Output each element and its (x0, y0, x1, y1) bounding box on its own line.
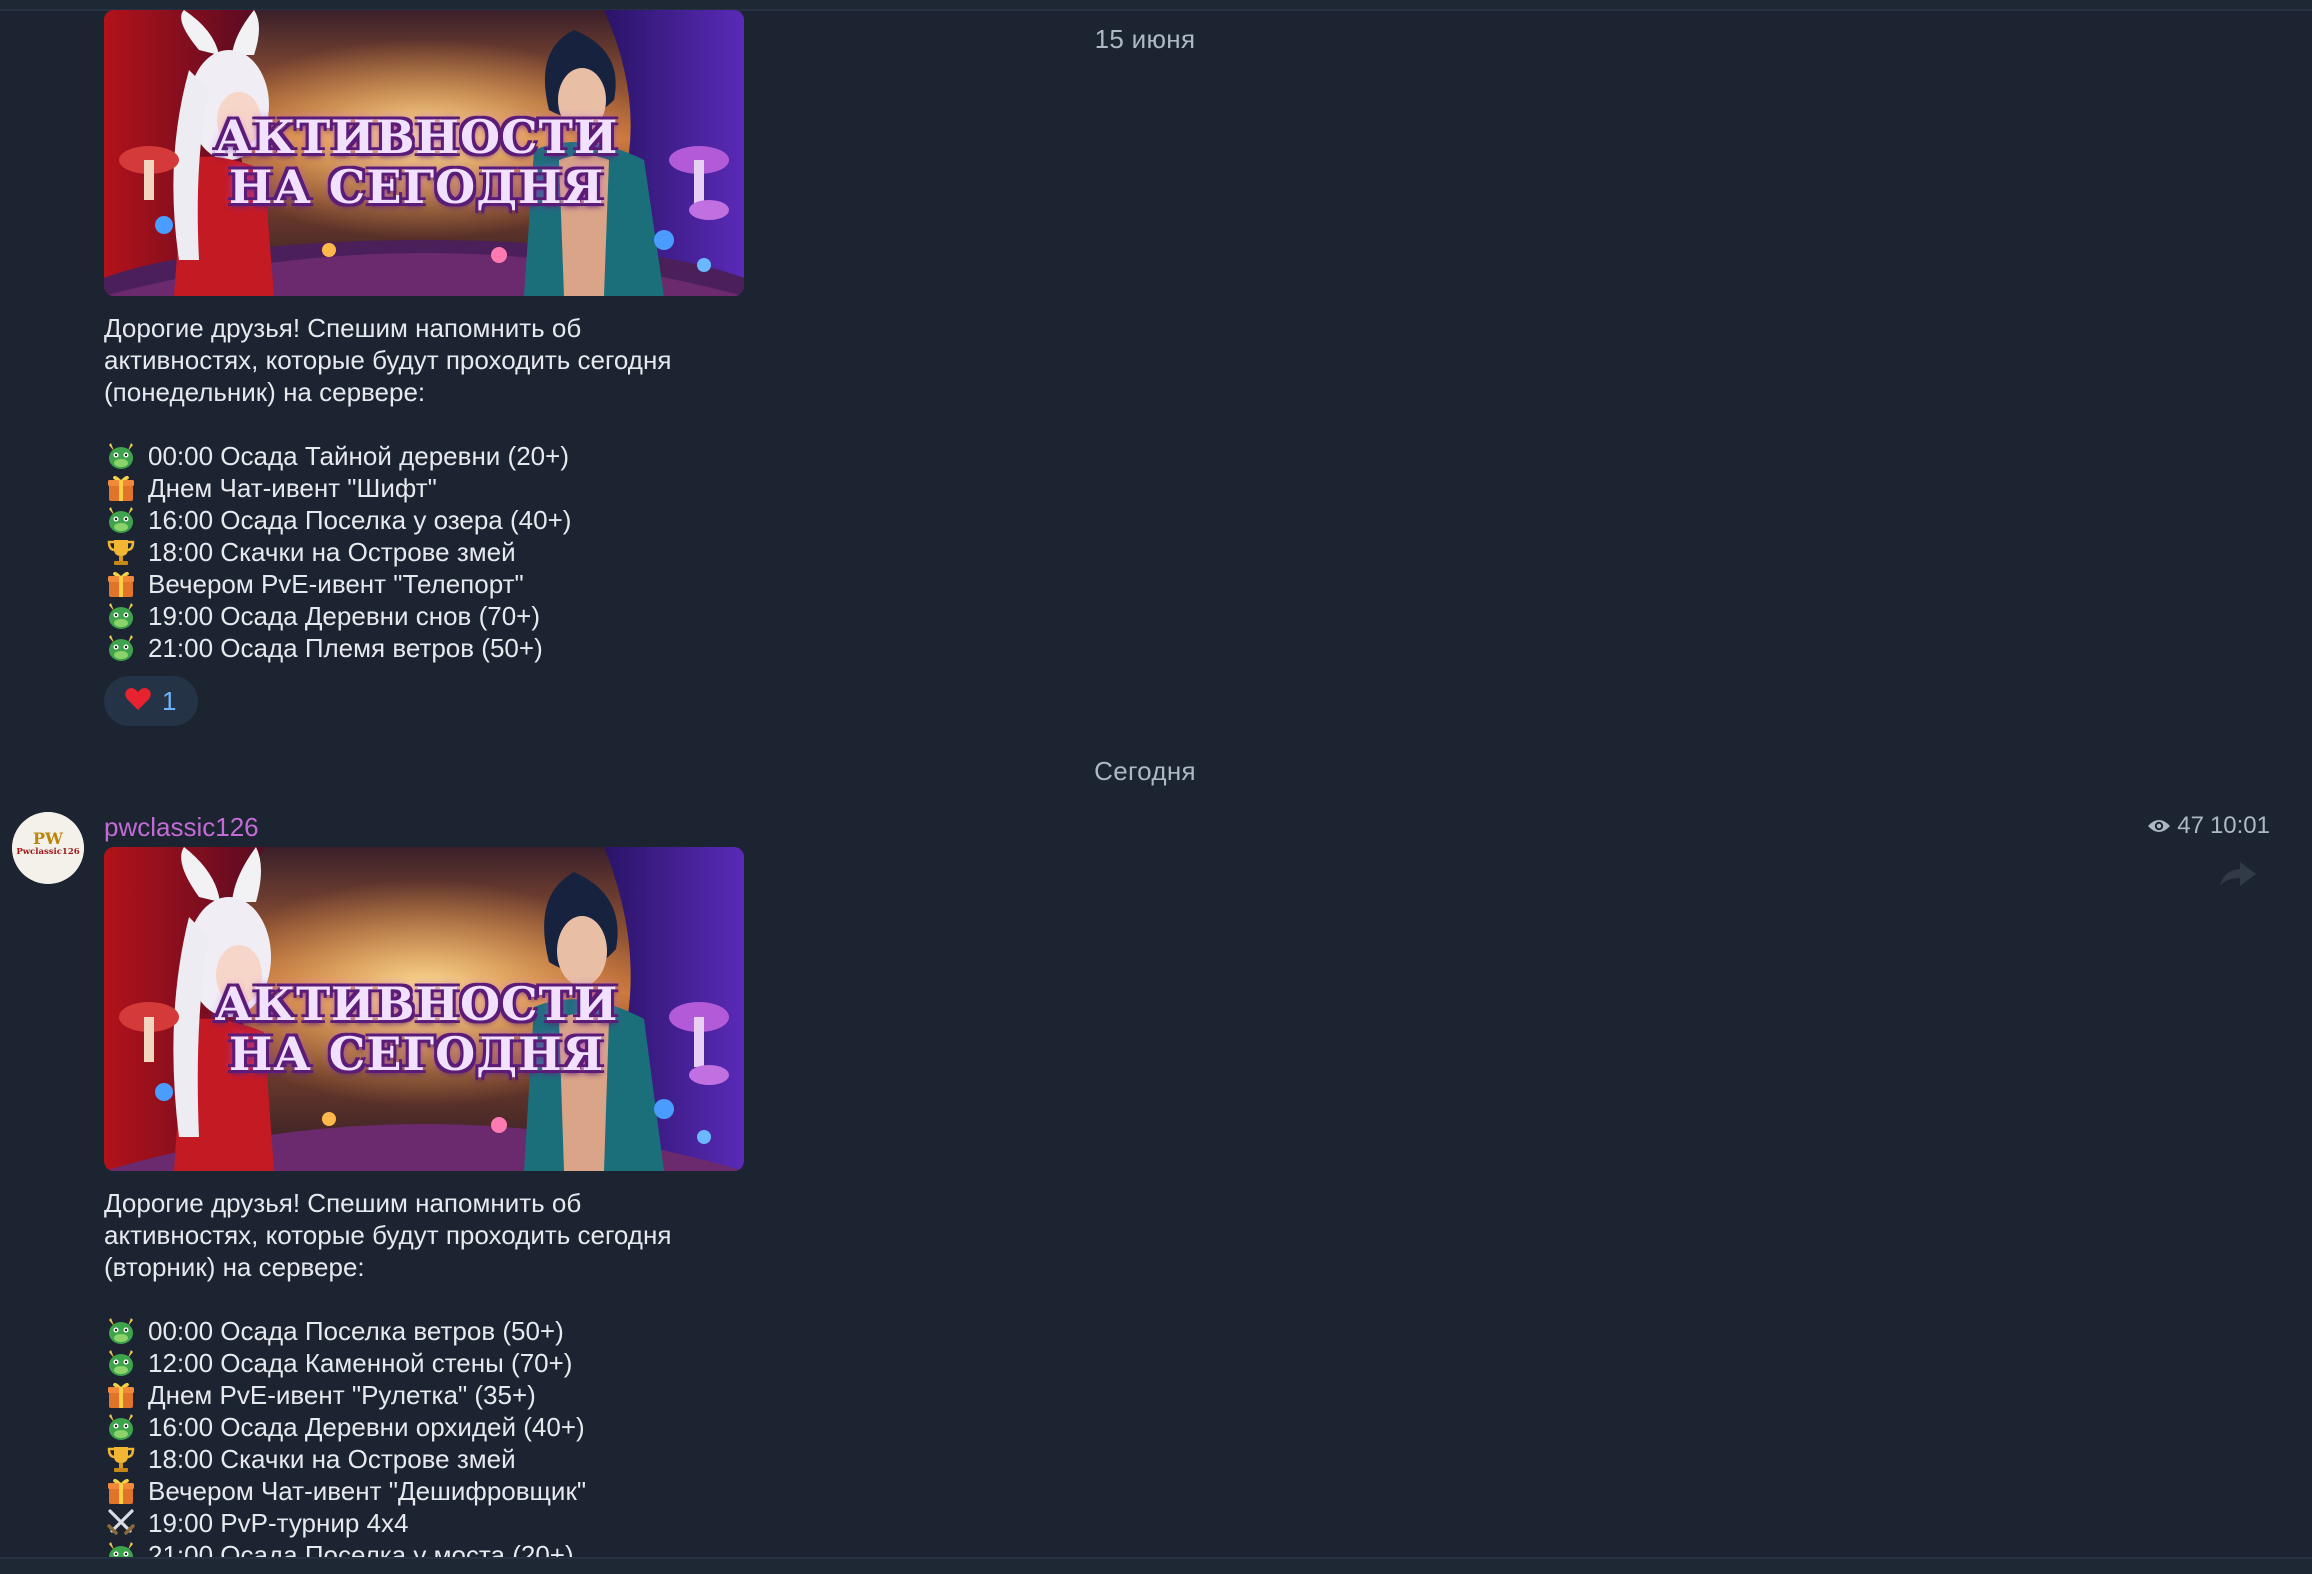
schedule-item: Днем PvE-ивент "Рулетка" (35+) (104, 1379, 744, 1411)
schedule-item: 18:00 Скачки на Острове змей (104, 536, 744, 568)
schedule-item-text: 19:00 PvP-турнир 4x4 (148, 1508, 409, 1538)
post-text: Дорогие друзья! Спешим напомнить об акти… (104, 1187, 744, 1557)
gift-icon (104, 568, 138, 600)
schedule-item-text: 12:00 Осада Каменной стены (70+) (148, 1348, 573, 1378)
trophy-icon (104, 536, 138, 568)
post-intro-line: Дорогие друзья! Спешим напомнить об (104, 1188, 582, 1218)
post-text: Дорогие друзья! Спешим напомнить об акти… (104, 312, 744, 664)
avatar[interactable]: PW Pwclassic126 (12, 812, 84, 884)
bottom-bar-edge (0, 1557, 2312, 1574)
views-count: 47 (2177, 812, 2204, 839)
schedule-item: 18:00 Скачки на Острове змей (104, 1443, 744, 1475)
post-banner-image[interactable]: АКТИВНОСТИ НА СЕГОДНЯ (104, 847, 744, 1171)
schedule-item: 16:00 Осада Поселка у озера (40+) (104, 504, 744, 536)
post-time: 10:01 (2209, 812, 2270, 839)
post-intro-line: (вторник) на сервере: (104, 1252, 365, 1282)
share-icon[interactable] (2218, 860, 2258, 888)
post-intro-line: (понедельник) на сервере: (104, 377, 426, 407)
avatar-logo-subtext: Pwclassic126 (16, 847, 79, 857)
avatar-logo-text: PW (33, 829, 64, 848)
dragon-icon (104, 600, 138, 632)
dragon-icon (104, 440, 138, 472)
dragon-icon (104, 504, 138, 536)
post-intro-line: активностях, которые будут проходить сег… (104, 345, 672, 375)
schedule-item-text: Вечером PvE-ивент "Телепорт" (148, 569, 524, 599)
channel-post: АКТИВНОСТИ НА СЕГОДНЯ Дорогие друзья! Сп… (104, 10, 744, 664)
chat-scroll-area[interactable]: 15 июня АКТИВНОСТИ НА СЕГОДНЯ Дорогие др… (0, 0, 2312, 1557)
post-meta: 47 10:01 (2140, 812, 2270, 840)
schedule-item-text: 18:00 Скачки на Острове змей (148, 537, 516, 567)
banner-title: АКТИВНОСТИ НА СЕГОДНЯ (104, 979, 729, 1079)
schedule-item: Днем Чат-ивент "Шифт" (104, 472, 744, 504)
banner-title: АКТИВНОСТИ НА СЕГОДНЯ (104, 112, 729, 212)
reaction-count: 1 (162, 685, 177, 716)
schedule-list: 00:00 Осада Поселка ветров (50+) 12:00 О… (104, 1315, 744, 1557)
channel-post: АКТИВНОСТИ НА СЕГОДНЯ Дорогие друзья! Сп… (104, 847, 744, 1557)
banner-title-line2: НА СЕГОДНЯ (228, 1027, 605, 1081)
trophy-icon (104, 1443, 138, 1475)
banner-title-line1: АКТИВНОСТИ (214, 977, 619, 1031)
schedule-item-text: 00:00 Осада Тайной деревни (20+) (148, 441, 569, 471)
schedule-item: 21:00 Осада Поселка у моста (20+) (104, 1539, 744, 1557)
gift-icon (104, 1379, 138, 1411)
heart-icon (124, 686, 152, 717)
schedule-item: 16:00 Осада Деревни орхидей (40+) (104, 1411, 744, 1443)
banner-title-line2: НА СЕГОДНЯ (228, 160, 605, 214)
eye-icon (2147, 817, 2171, 835)
reaction-heart-button[interactable]: 1 (104, 676, 198, 726)
gift-icon (104, 1475, 138, 1507)
schedule-item-text: Днем Чат-ивент "Шифт" (148, 473, 437, 503)
schedule-item: 19:00 PvP-турнир 4x4 (104, 1507, 744, 1539)
dragon-icon (104, 1539, 138, 1557)
gift-icon (104, 472, 138, 504)
schedule-item-text: 18:00 Скачки на Острове змей (148, 1444, 516, 1474)
schedule-item: 19:00 Осада Деревни снов (70+) (104, 600, 744, 632)
schedule-item-text: Вечером Чат-ивент "Дешифровщик" (148, 1476, 587, 1506)
dragon-icon (104, 1411, 138, 1443)
schedule-list: 00:00 Осада Тайной деревни (20+) Днем Ча… (104, 440, 744, 664)
schedule-item: 12:00 Осада Каменной стены (70+) (104, 1347, 744, 1379)
date-separator: Сегодня (1094, 756, 1196, 786)
schedule-item: 00:00 Осада Тайной деревни (20+) (104, 440, 744, 472)
post-author-name[interactable]: pwclassic126 (104, 812, 259, 843)
schedule-item-text: 00:00 Осада Поселка ветров (50+) (148, 1316, 564, 1346)
schedule-item-text: Днем PvE-ивент "Рулетка" (35+) (148, 1380, 536, 1410)
schedule-item: 21:00 Осада Племя ветров (50+) (104, 632, 744, 664)
post-intro-line: активностях, которые будут проходить сег… (104, 1220, 672, 1250)
banner-title-line1: АКТИВНОСТИ (214, 110, 619, 164)
schedule-item-text: 19:00 Осада Деревни снов (70+) (148, 601, 541, 631)
schedule-item-text: 21:00 Осада Племя ветров (50+) (148, 633, 543, 663)
post-intro-line: Дорогие друзья! Спешим напомнить об (104, 313, 582, 343)
schedule-item: Вечером PvE-ивент "Телепорт" (104, 568, 744, 600)
schedule-item-text: 16:00 Осада Поселка у озера (40+) (148, 505, 572, 535)
schedule-item: 00:00 Осада Поселка ветров (50+) (104, 1315, 744, 1347)
dragon-icon (104, 632, 138, 664)
schedule-item-text: 21:00 Осада Поселка у моста (20+) (148, 1540, 574, 1557)
post-banner-image[interactable]: АКТИВНОСТИ НА СЕГОДНЯ (104, 10, 744, 296)
dragon-icon (104, 1347, 138, 1379)
dragon-icon (104, 1315, 138, 1347)
schedule-item: Вечером Чат-ивент "Дешифровщик" (104, 1475, 744, 1507)
crossed-swords-icon (104, 1507, 138, 1539)
schedule-item-text: 16:00 Осада Деревни орхидей (40+) (148, 1412, 585, 1442)
